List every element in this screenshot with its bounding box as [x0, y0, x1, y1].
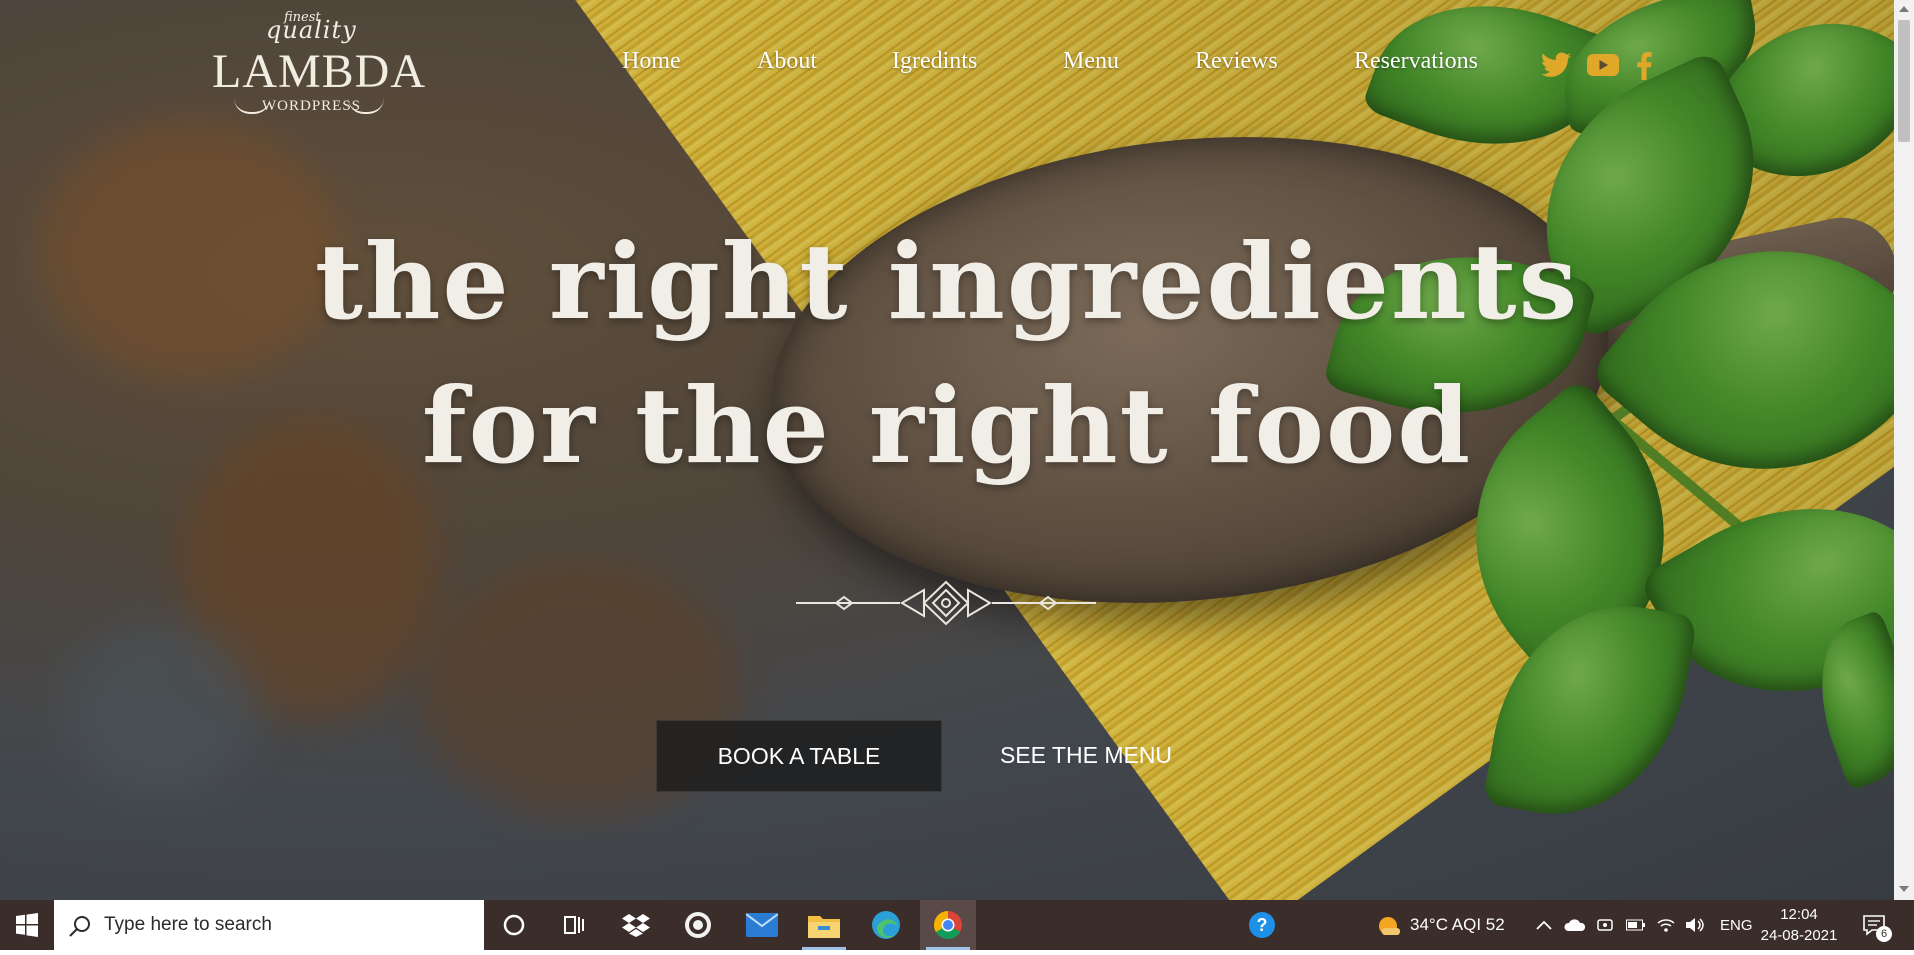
system-clock[interactable]: 12:04 24-08-2021 — [1754, 904, 1844, 946]
volume-icon[interactable] — [1684, 900, 1706, 950]
battery-icon[interactable] — [1626, 900, 1646, 950]
svg-text:?: ? — [1257, 915, 1268, 935]
logo-quality: quality — [266, 16, 357, 44]
logo-wordpress: WORDPRESS — [262, 98, 362, 114]
cortana-icon[interactable] — [486, 900, 542, 950]
site-logo[interactable]: finest quality LAMBDA WORDPRESS — [206, 6, 427, 116]
mail-icon[interactable] — [734, 900, 790, 950]
file-explorer-icon[interactable] — [796, 900, 852, 950]
weather-widget[interactable]: 34°C AQI 52 — [1376, 900, 1505, 950]
help-icon[interactable]: ? — [1234, 900, 1290, 950]
hero-headline-line2: for the right food — [421, 364, 1473, 487]
dropbox-icon[interactable] — [608, 900, 664, 950]
nav-reservations[interactable]: Reservations — [1354, 48, 1478, 75]
nav-ingredients[interactable]: Igredints — [892, 48, 977, 75]
taskbar-search-box[interactable]: Type here to search — [54, 900, 484, 950]
logo-brand: LAMBDA — [212, 45, 427, 98]
start-button[interactable] — [0, 900, 54, 950]
language-indicator[interactable]: ENG — [1720, 900, 1753, 950]
weather-sun-icon — [1379, 917, 1400, 935]
wifi-icon[interactable] — [1656, 900, 1676, 950]
scrollbar-thumb[interactable] — [1898, 20, 1910, 142]
scroll-down-arrow-icon[interactable] — [1899, 886, 1909, 892]
onedrive-cloud-icon[interactable] — [1564, 900, 1586, 950]
scroll-up-arrow-icon[interactable] — [1899, 6, 1909, 12]
twitter-icon[interactable] — [1541, 52, 1571, 83]
nav-home[interactable]: Home — [622, 48, 681, 75]
see-the-menu-button[interactable]: SEE THE MENU — [976, 720, 1196, 790]
meet-now-icon[interactable] — [1596, 900, 1614, 950]
book-a-table-button[interactable]: BOOK A TABLE — [656, 720, 942, 792]
nav-reviews[interactable]: Reviews — [1195, 48, 1278, 75]
task-view-icon[interactable] — [546, 900, 602, 950]
nav-about[interactable]: About — [757, 48, 817, 75]
chrome-icon[interactable] — [920, 900, 976, 950]
youtube-icon[interactable] — [1587, 52, 1619, 83]
search-icon — [69, 916, 90, 937]
weather-text: 34°C AQI 52 — [1410, 915, 1505, 934]
windows-icon — [16, 913, 38, 937]
clock-time: 12:04 — [1780, 906, 1818, 923]
windows-taskbar: Type here to search ? 34°C AQI 52 ENG 12… — [0, 900, 1914, 950]
edge-icon[interactable] — [858, 900, 914, 950]
search-placeholder: Type here to search — [104, 914, 272, 935]
facebook-icon[interactable] — [1636, 52, 1652, 85]
page-scrollbar[interactable] — [1894, 0, 1914, 900]
ornament-divider — [796, 580, 1096, 626]
notifications-button[interactable]: 6 — [1862, 900, 1892, 950]
hero-headline-line1: the right ingredients — [314, 220, 1580, 343]
app-icon[interactable] — [670, 900, 726, 950]
nav-menu[interactable]: Menu — [1063, 48, 1119, 75]
notification-count-badge: 6 — [1876, 926, 1892, 942]
show-hidden-icons-icon[interactable] — [1536, 900, 1552, 950]
clock-date: 24-08-2021 — [1760, 927, 1838, 944]
